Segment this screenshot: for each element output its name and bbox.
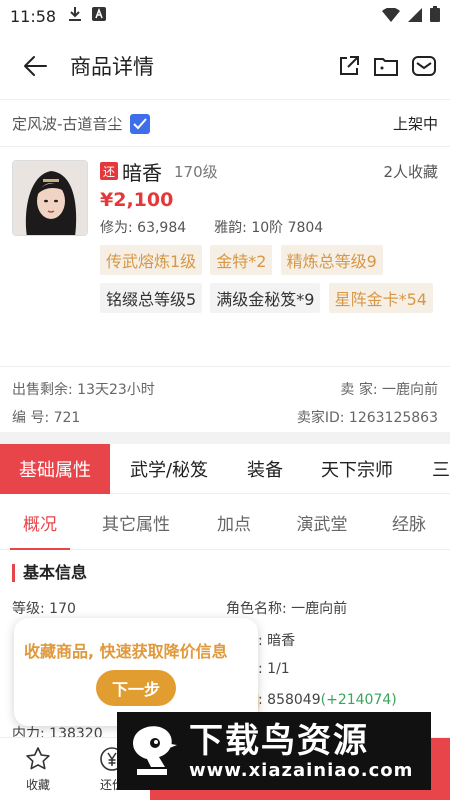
download-icon [68, 6, 82, 26]
back-button[interactable] [0, 32, 70, 100]
value-field: : 858049(+214074) [258, 692, 397, 708]
favorite-count: 2人收藏 [383, 162, 438, 181]
star-icon [26, 747, 50, 770]
share-icon [340, 55, 359, 75]
item-tags: 传武熔炼1级 金特*2 精炼总等级9 铭缀总等级5 满级金秘笈*9 星阵金卡*5… [100, 245, 440, 321]
app-notification-icon [92, 7, 107, 25]
watermark: 下载鸟资源 www.xiazainiao.com [117, 712, 431, 790]
xiuwei-value: 修为: 63,984 [100, 220, 187, 236]
item-stats: 修为: 63,984 雅韵: 10阶 7804 [100, 217, 438, 237]
item-name: 暗香 [122, 160, 162, 185]
trade-line-1: 出售剩余: 13天23小时 卖 家: 一鹿向前 [12, 377, 438, 401]
tab-martial-arts[interactable]: 武学/秘笈 [110, 444, 228, 494]
section-title: 基本信息 [12, 564, 87, 582]
arrow-left-icon [24, 55, 47, 76]
trade-info: 出售剩余: 13天23小时 卖 家: 一鹿向前 编 号: 721 卖家ID: 1… [0, 366, 450, 432]
status-right [382, 6, 440, 26]
battery-icon [430, 6, 440, 26]
tab-points[interactable]: 加点 [192, 496, 276, 550]
watermark-url: www.xiazainiao.com [189, 759, 414, 781]
char-name-field: : 暗香 [258, 633, 296, 649]
tab-basic-attributes[interactable]: 基础属性 [0, 443, 110, 494]
primary-tabs: 基础属性 武学/秘笈 装备 天下宗师 三 [0, 443, 450, 494]
page-title: 商品详情 [70, 54, 154, 79]
tab-other-attributes[interactable]: 其它属性 [80, 496, 192, 550]
wifi-icon [382, 6, 400, 26]
item-tag: 金特*2 [210, 245, 273, 275]
bargain-badge: 还 [100, 162, 118, 180]
favorite-tooltip: 收藏商品, 快速获取降价信息 下一步 [14, 618, 258, 726]
item-price: ¥2,100 [100, 189, 174, 211]
favorite-button[interactable]: 收藏 [8, 746, 68, 793]
value-delta: (+214074) [320, 692, 397, 708]
share-button[interactable] [338, 55, 360, 77]
screen: 11:58 商品详情 定风波-古道音尘 上架中 还 暗香 170级 2人收藏 ¥… [0, 0, 450, 800]
message-button[interactable] [412, 55, 436, 77]
ratio-field: : 1/1 [258, 661, 290, 677]
trade-line-2: 编 号: 721 卖家ID: 1263125863 [12, 405, 438, 429]
tab-more[interactable]: 三 [412, 444, 450, 494]
folder-button[interactable] [374, 56, 398, 76]
bird-logo-icon [133, 726, 177, 775]
item-title-row: 还 暗香 170级 2人收藏 [100, 159, 438, 185]
item-level: 170级 [174, 162, 218, 181]
secondary-tabs: 概况 其它属性 加点 演武堂 经脉 [0, 496, 450, 550]
yayun-value: 雅韵: 10阶 7804 [214, 220, 324, 236]
section-divider [0, 432, 450, 444]
item-tag: 星阵金卡*54 [328, 283, 433, 313]
item-tag: 精炼总等级9 [280, 245, 383, 275]
shop-line: 定风波-古道音尘 上架中 [0, 101, 450, 147]
avatar[interactable] [12, 160, 88, 236]
tab-masters[interactable]: 天下宗师 [302, 444, 412, 494]
remaining-time: 出售剩余: 13天23小时 [12, 382, 155, 398]
item-info: 还 暗香 170级 2人收藏 ¥2,100 修为: 63,984 雅韵: 10阶… [100, 159, 438, 237]
listing-status: 上架中 [392, 115, 438, 133]
app-bar-actions [338, 55, 450, 77]
item-card: 还 暗香 170级 2人收藏 ¥2,100 修为: 63,984 雅韵: 10阶… [0, 147, 450, 367]
next-step-button[interactable]: 下一步 [96, 670, 176, 706]
folder-icon [374, 57, 398, 76]
item-tag: 满级金秘笈*9 [210, 283, 321, 313]
tab-training-hall[interactable]: 演武堂 [276, 496, 368, 550]
status-bar: 11:58 [0, 0, 450, 32]
server-name: 定风波-古道音尘 [12, 115, 123, 133]
item-number: 编 号: 721 [12, 410, 81, 426]
seller-name: 卖 家: 一鹿向前 [340, 382, 438, 398]
tab-equipment[interactable]: 装备 [228, 444, 302, 494]
value-main: : 858049 [258, 692, 321, 708]
mail-icon [412, 55, 436, 76]
tooltip-text: 收藏商品, 快速获取降价信息 [24, 642, 228, 661]
item-tag: 传武熔炼1级 [100, 245, 203, 275]
signal-icon [408, 7, 422, 26]
item-tag: 铭缀总等级5 [100, 283, 203, 313]
seller-id: 卖家ID: 1263125863 [296, 410, 438, 426]
checkbox-check-icon[interactable] [130, 113, 151, 134]
tab-meridians[interactable]: 经脉 [368, 496, 450, 550]
status-time: 11:58 [10, 6, 57, 26]
app-bar: 商品详情 [0, 32, 450, 100]
level-field: 等级: 170 [12, 601, 76, 617]
favorite-label: 收藏 [25, 778, 50, 792]
watermark-title: 下载鸟资源 [189, 720, 369, 761]
watermark-text: 下载鸟资源 www.xiazainiao.com [189, 722, 413, 781]
tab-overview[interactable]: 概况 [0, 496, 80, 550]
role-name-field: 角色名称: 一鹿向前 [226, 601, 348, 617]
